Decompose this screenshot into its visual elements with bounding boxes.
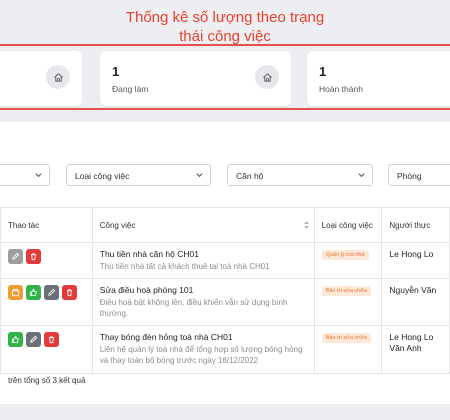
edit-icon [30,335,38,343]
edit-button[interactable] [26,332,41,347]
assignee-cell: Nguyễn Văn [381,278,450,326]
header-label: Người thực [389,220,431,230]
header-label: Loại công việc [321,220,373,230]
chevron-down-icon [358,173,365,178]
task-title[interactable]: Thay bóng đèn hỏng toà nhà CH01 [100,332,307,343]
assignee-cell: Le Hong Lo [381,242,450,279]
assignee-cell: Le Hong Lo Văn Anh [381,325,450,374]
task-type-cell: Bảo trì sửa chữa [313,325,383,374]
filter-select-first[interactable] [0,164,50,186]
assignee-name: Le Hong Lo [389,249,434,259]
package-button[interactable] [8,285,23,300]
header-actions: Thao tác [0,207,93,243]
edit-icon [48,288,56,296]
sort-icon[interactable] [303,220,310,230]
task-cell: Sửa điều hoà phòng 101 Điều hoà bật khôn… [91,278,315,326]
task-type-badge: Quản lý toà nhà [321,250,369,260]
task-type-badge: Bảo trì sửa chữa [321,286,371,296]
assignee-name: Nguyễn Văn [389,285,437,295]
table-row: Thu tiền nhà căn hộ CH01 Thu tiền nhà tấ… [0,242,450,279]
annotation-line-1: Thống kê số lượng theo trạng [125,9,325,26]
pagination-summary: trên tổng số 3 kết quả [8,376,86,385]
filter-task-type[interactable]: Loại công việc [66,164,211,186]
filter-room[interactable]: Phòng [388,164,450,186]
header-task[interactable]: Công việc [91,207,315,243]
delete-button[interactable] [44,332,59,347]
filter-apartment[interactable]: Căn hộ [227,164,373,186]
assignee-name: Le Hong Lo [389,332,434,342]
view-button[interactable] [8,249,23,264]
task-type-badge: Bảo trì sửa chữa [321,333,371,343]
task-type-cell: Bảo trì sửa chữa [313,278,383,326]
header-label: Công việc [99,220,136,230]
table-header-row: Thao tác Công việc Loại công việc Người … [0,207,450,243]
thumbs-up-icon [11,335,19,344]
task-table: Thao tác Công việc Loại công việc Người … [0,207,450,374]
annotation-label: Thống kê số lượng theo trạng thái công v… [0,8,450,46]
chevron-down-icon [35,173,42,178]
filter-value: Loại công việc [75,171,130,181]
approve-button[interactable] [8,332,23,347]
delete-icon [30,253,37,261]
approve-button[interactable] [26,285,41,300]
edit-button[interactable] [44,285,59,300]
task-cell: Thu tiền nhà căn hộ CH01 Thu tiền nhà tấ… [91,242,315,279]
header-label: Thao tác [8,220,40,230]
header-assignee: Người thực [381,207,450,243]
edit-icon [12,252,20,260]
table-row: Sửa điều hoà phòng 101 Điều hoà bật khôn… [0,278,450,326]
header-task-type: Loại công việc [313,207,383,243]
chevron-down-icon [196,173,203,178]
delete-button[interactable] [26,249,41,264]
task-title[interactable]: Sửa điều hoà phòng 101 [100,285,307,296]
table-row: Thay bóng đèn hỏng toà nhà CH01 Liên hệ … [0,325,450,374]
filter-value: Căn hộ [236,171,264,181]
task-title[interactable]: Thu tiền nhà căn hộ CH01 [100,249,307,260]
box-icon [11,288,20,297]
task-description: Điều hoà bật không lên, điều khiển vẫn s… [99,298,288,318]
delete-icon [48,336,55,344]
row-actions [0,242,93,279]
delete-button[interactable] [62,285,77,300]
task-description: Thu tiền nhà tất cả khách thuê tại toà n… [99,262,270,271]
task-type-cell: Quản lý toà nhà [313,242,383,279]
task-description: Liên hệ quản lý toà nhà để tổng hợp số l… [99,345,303,365]
task-cell: Thay bóng đèn hỏng toà nhà CH01 Liên hệ … [91,325,315,374]
row-actions [0,278,93,326]
delete-icon [66,289,73,297]
annotation-highlight-box [0,44,450,110]
row-actions [0,325,93,374]
filter-value: Phòng [397,171,422,181]
assignee-name: Văn Anh [389,343,422,353]
thumbs-up-icon [29,288,37,297]
